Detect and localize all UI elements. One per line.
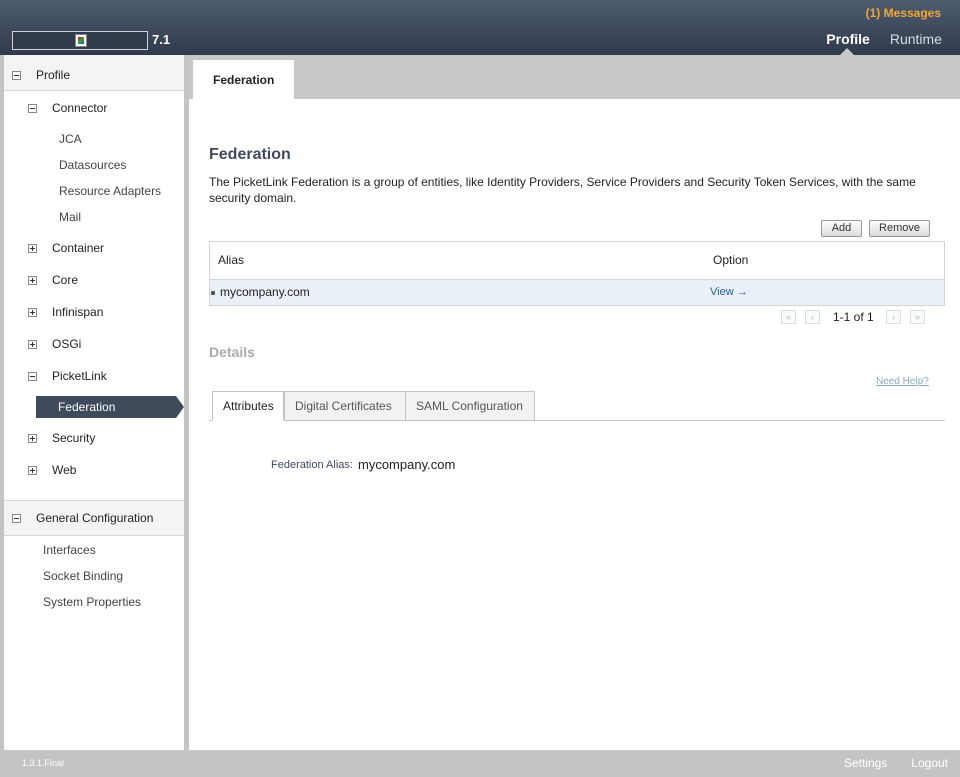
cell-alias: mycompany.com — [220, 285, 310, 299]
sidebar-group-label: Web — [52, 463, 77, 477]
collapse-icon[interactable] — [12, 70, 21, 80]
last-page-icon[interactable]: » — [910, 310, 925, 324]
need-help-link[interactable]: Need Help? — [876, 376, 929, 387]
sidebar: Profile Connector JCA Datasources Resour… — [0, 55, 189, 750]
sidebar-group-label: Container — [52, 241, 105, 255]
sidebar-item-datasources[interactable]: Datasources — [59, 158, 126, 172]
column-header-option: Option — [713, 253, 749, 267]
logout-link[interactable]: Logout — [911, 756, 948, 770]
sidebar-group-osgi[interactable]: OSGi — [28, 337, 81, 351]
next-page-icon[interactable]: › — [886, 310, 901, 324]
sidebar-group-container[interactable]: Container — [28, 241, 104, 255]
sidebar-group-label: Infinispan — [52, 305, 104, 319]
tab-saml-configuration[interactable]: SAML Configuration — [405, 391, 535, 421]
row-marker-icon — [211, 291, 215, 295]
nav-profile[interactable]: Profile — [826, 31, 870, 47]
footer-version: 1.3.1.Final — [22, 758, 65, 768]
sidebar-group-label: Core — [52, 273, 79, 287]
pager-text: 1-1 of 1 — [833, 310, 874, 324]
column-header-alias[interactable]: Alias — [218, 253, 244, 267]
sidebar-general-row[interactable]: General Configuration — [12, 511, 153, 525]
settings-link[interactable]: Settings — [844, 756, 887, 770]
product-version: 7.1 — [152, 32, 171, 47]
tab-attributes[interactable]: Attributes — [212, 391, 284, 421]
sidebar-group-core[interactable]: Core — [28, 273, 78, 287]
page-description: The PicketLink Federation is a group of … — [209, 175, 916, 205]
expand-icon[interactable] — [28, 465, 37, 475]
sidebar-group-connector[interactable]: Connector — [28, 101, 107, 115]
collapse-icon[interactable] — [28, 103, 37, 113]
sidebar-section-label: General Configuration — [36, 511, 154, 525]
top-header: 7.1 (1) Messages Profile Runtime — [0, 0, 960, 55]
collapse-icon[interactable] — [28, 371, 37, 381]
add-button[interactable]: Add — [821, 220, 862, 237]
expand-icon[interactable] — [28, 275, 37, 285]
sidebar-group-infinispan[interactable]: Infinispan — [28, 305, 103, 319]
sidebar-item-interfaces[interactable]: Interfaces — [43, 543, 96, 557]
sidebar-group-picketlink[interactable]: PicketLink — [28, 369, 107, 383]
active-nav-indicator — [840, 48, 854, 55]
footer-links: Settings Logout — [844, 756, 948, 770]
view-link[interactable]: View → — [710, 286, 748, 298]
broken-image-icon — [75, 34, 87, 47]
expand-icon[interactable] — [28, 433, 37, 443]
sidebar-item-socket-binding[interactable]: Socket Binding — [43, 569, 123, 583]
remove-button[interactable]: Remove — [869, 220, 930, 237]
tab-digital-certificates[interactable]: Digital Certificates — [284, 391, 406, 421]
sidebar-group-security[interactable]: Security — [28, 431, 95, 445]
federation-alias-label: Federation Alias: — [271, 459, 353, 471]
sidebar-group-web[interactable]: Web — [28, 463, 76, 477]
sidebar-section-label: Profile — [36, 68, 71, 82]
sidebar-group-label: OSGi — [52, 337, 82, 351]
sidebar-group-label: PicketLink — [52, 369, 107, 383]
table-row[interactable]: mycompany.com View → — [210, 279, 944, 305]
federation-table: Alias Option mycompany.com View → — [209, 241, 945, 306]
details-heading: Details — [209, 344, 255, 360]
expand-icon[interactable] — [28, 339, 37, 349]
footer: 1.3.1.Final Settings Logout — [0, 750, 960, 777]
sidebar-item-resource-adapters[interactable]: Resource Adapters — [59, 184, 161, 198]
sidebar-item-federation[interactable]: Federation — [36, 396, 184, 418]
collapse-icon[interactable] — [12, 513, 21, 523]
expand-icon[interactable] — [28, 307, 37, 317]
sidebar-item-jca[interactable]: JCA — [59, 132, 82, 146]
page-title: Federation — [209, 146, 291, 163]
sidebar-profile-row[interactable]: Profile — [12, 68, 70, 82]
messages-link[interactable]: (1) Messages — [866, 6, 941, 20]
sidebar-group-label: Connector — [52, 101, 108, 115]
product-logo — [12, 31, 148, 50]
nav-runtime[interactable]: Runtime — [890, 31, 942, 47]
content-tab-strip: Federation — [189, 55, 960, 99]
top-navigation: Profile Runtime — [826, 31, 942, 47]
sidebar-item-mail[interactable]: Mail — [59, 210, 81, 224]
sidebar-group-label: Security — [52, 431, 96, 445]
tab-federation[interactable]: Federation — [193, 60, 294, 99]
expand-icon[interactable] — [28, 243, 37, 253]
federation-alias-value: mycompany.com — [358, 457, 456, 472]
previous-page-icon[interactable]: ‹ — [805, 310, 820, 324]
sidebar-item-system-properties[interactable]: System Properties — [43, 595, 141, 609]
first-page-icon[interactable]: « — [781, 310, 796, 324]
